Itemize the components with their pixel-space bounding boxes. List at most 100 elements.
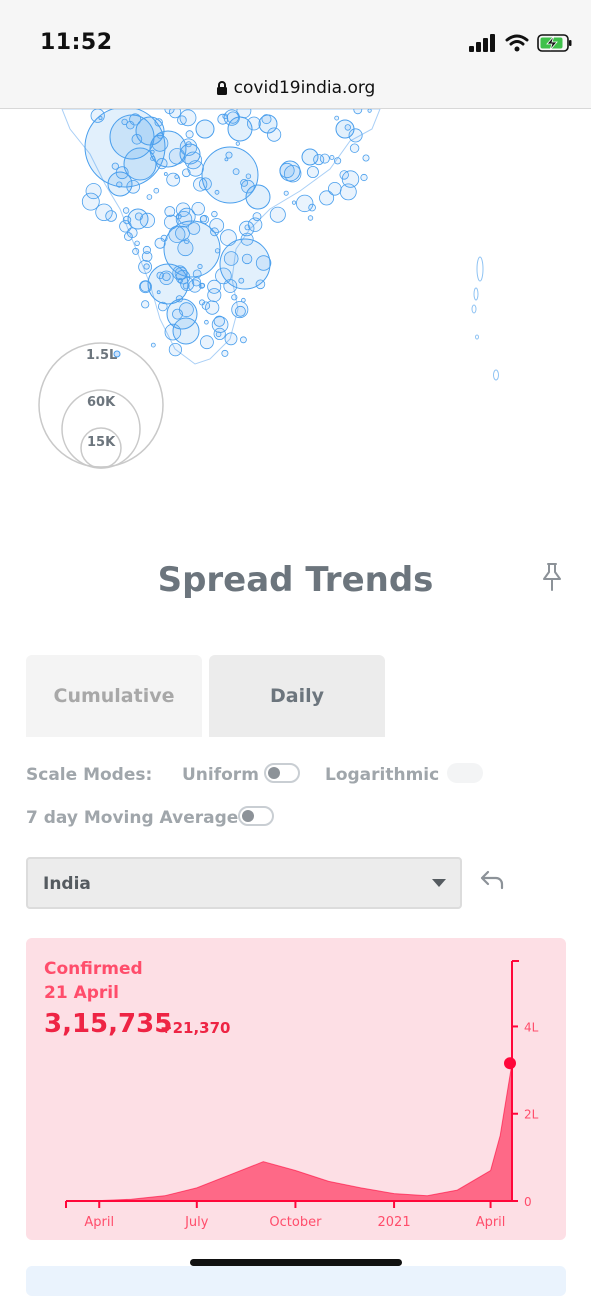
district-bubble	[195, 119, 215, 139]
uniform-label: Uniform	[182, 765, 259, 785]
district-bubble	[238, 277, 245, 284]
district-bubble	[306, 166, 319, 179]
map-view[interactable]: 1.5L 60K 15K	[0, 109, 591, 529]
district-bubble	[132, 247, 140, 255]
uniform-toggle[interactable]	[264, 763, 300, 783]
district-bubble	[214, 189, 220, 195]
district-bubble	[279, 162, 295, 179]
district-bubble	[234, 305, 246, 317]
scale-modes-label: Scale Modes:	[26, 765, 153, 785]
india-bubble-map[interactable]	[0, 109, 591, 529]
district-bubble	[222, 113, 229, 120]
region-select[interactable]: India	[26, 857, 462, 909]
district-bubble	[129, 113, 142, 126]
district-bubble	[226, 111, 239, 124]
district-bubble	[241, 297, 246, 303]
district-bubble	[192, 269, 202, 279]
district-bubble	[198, 299, 205, 306]
legend-label-small: 15K	[87, 435, 116, 450]
tab-daily[interactable]: Daily	[209, 655, 385, 737]
confirmed-chart-card[interactable]: 0 2L 4L April July October 2021 April Confirmed…	[26, 938, 566, 1240]
district-bubble	[119, 220, 132, 233]
chart-title: Confirmed	[44, 959, 143, 979]
x-tick-label: April	[84, 1215, 114, 1230]
district-bubble	[308, 203, 316, 212]
back-arrow-icon[interactable]	[478, 868, 506, 892]
district-bubble	[240, 232, 254, 246]
district-bubble	[115, 166, 129, 180]
district-bubble	[239, 336, 247, 344]
district-bubble	[85, 183, 102, 200]
y-tick-label: 2L	[524, 1108, 539, 1122]
district-bubble	[207, 279, 222, 294]
district-bubble	[141, 300, 150, 309]
district-bubble	[214, 248, 221, 254]
district-bubble	[341, 170, 360, 188]
district-bubble	[164, 323, 182, 341]
district-bubble	[175, 269, 191, 285]
logarithmic-label: Logarithmic	[325, 765, 440, 785]
district-bubble	[168, 225, 186, 243]
district-bubble	[159, 270, 174, 286]
legend-label-large: 1.5L	[86, 348, 118, 363]
district-bubble	[178, 302, 194, 318]
district-bubble	[334, 115, 340, 121]
district-bubble	[187, 222, 201, 235]
toggle-knob	[268, 767, 280, 779]
logarithmic-toggle[interactable]	[447, 763, 483, 783]
district-bubble	[241, 253, 253, 265]
district-bubble	[131, 133, 143, 145]
current-value-point	[504, 1057, 516, 1070]
district-bubble	[168, 343, 182, 357]
district-bubble	[307, 215, 314, 221]
district-bubble	[182, 168, 191, 178]
district-bubble	[164, 206, 176, 217]
district-bubble	[146, 194, 153, 200]
url-text: covid19india.org	[233, 78, 376, 98]
tab-cumulative[interactable]: Cumulative	[26, 655, 202, 737]
district-bubble	[199, 214, 209, 225]
district-bubble	[329, 155, 335, 161]
district-bubble	[153, 187, 160, 194]
district-bubble	[204, 319, 209, 325]
district-bubble	[150, 342, 156, 348]
moving-average-label: 7 day Moving Average	[26, 808, 239, 828]
district-bubble	[197, 263, 203, 270]
map-bubbles	[81, 109, 372, 357]
pin-icon[interactable]	[540, 562, 564, 592]
district-bubble	[353, 109, 363, 115]
district-bubble	[348, 128, 363, 143]
district-bubble	[291, 200, 297, 205]
district-bubble	[193, 177, 208, 192]
district-bubble	[199, 335, 214, 350]
signal-icon	[469, 34, 495, 52]
district-bubble	[156, 290, 161, 295]
district-bubble	[90, 109, 105, 123]
district-bubble	[154, 118, 163, 127]
chart-date: 21 April	[44, 983, 119, 1003]
district-bubble	[156, 157, 168, 170]
district-bubble	[215, 331, 222, 338]
district-bubble	[344, 124, 351, 131]
region-select-value: India	[43, 874, 91, 894]
district-bubble	[168, 148, 186, 165]
district-bubble	[223, 251, 239, 266]
district-bubble	[224, 332, 238, 346]
status-bar: 11:52	[0, 0, 591, 68]
address-bar[interactable]: covid19india.org	[0, 68, 591, 109]
x-tick-label: October	[269, 1215, 322, 1230]
district-bubble	[283, 190, 289, 196]
x-tick-label: 2021	[378, 1215, 411, 1230]
district-bubble	[225, 151, 233, 159]
toggle-knob	[242, 810, 254, 822]
moving-average-toggle[interactable]	[238, 806, 274, 826]
district-bubble	[367, 109, 372, 113]
district-bubble	[175, 213, 182, 220]
district-bubble	[241, 179, 255, 194]
home-indicator	[190, 1259, 402, 1266]
chart-delta: +21,370	[160, 1019, 231, 1037]
battery-charging-icon	[537, 34, 572, 52]
series-area-confirmed	[65, 1063, 513, 1202]
legend-label-medium: 60K	[87, 395, 116, 410]
district-bubble	[223, 279, 238, 293]
